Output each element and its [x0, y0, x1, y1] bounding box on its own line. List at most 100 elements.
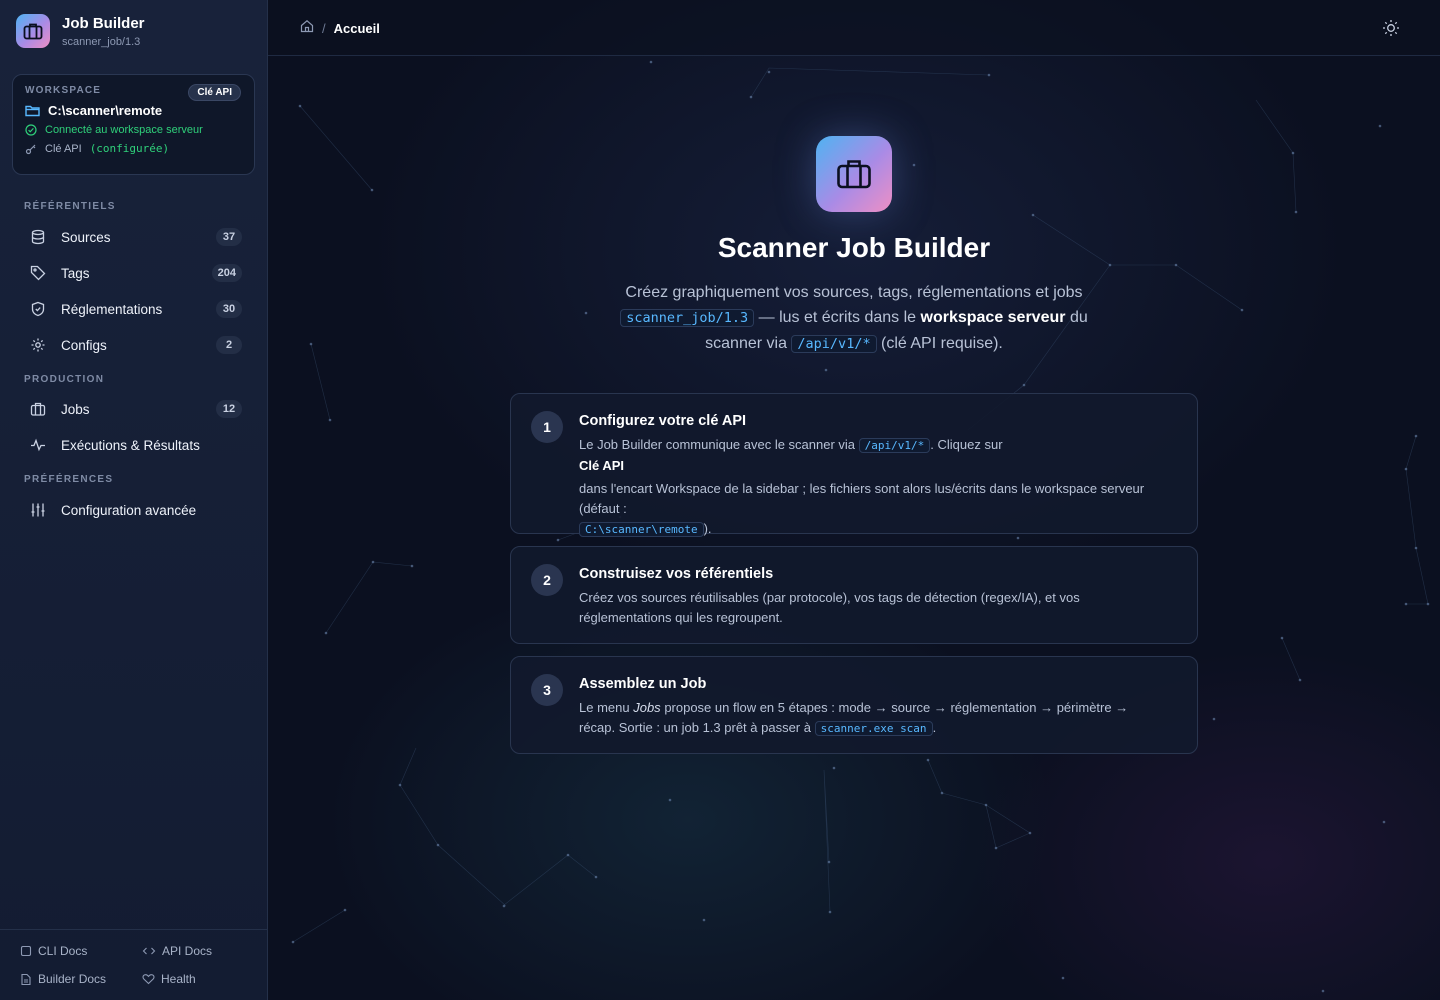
cli-docs-label: CLI Docs: [38, 944, 88, 958]
step-card-3: 3 Assemblez un Job Le menu Jobs propose …: [510, 656, 1198, 754]
step-body: Assemblez un Job Le menu Jobs propose un…: [579, 676, 1157, 739]
api-key-status: (configurée): [89, 142, 170, 155]
sidebar-item-label: Configuration avancée: [61, 502, 197, 518]
step-card-1: 1 Configurez votre clé API Le Job Builde…: [510, 393, 1198, 537]
hero-code-api: /api/v1/*: [791, 335, 877, 353]
sidebar-item-sources[interactable]: Sources 37: [20, 221, 248, 253]
health-link[interactable]: Health: [142, 972, 196, 986]
briefcase-icon: [28, 399, 48, 419]
step-text-part: Le menu: [579, 700, 630, 715]
main-content: / Accueil Scanner Job Builder Créez grap…: [268, 0, 1440, 1000]
workspace-path-row: C:\scanner\remote: [25, 103, 242, 118]
shield-icon: [28, 299, 48, 319]
theme-toggle-button[interactable]: [1380, 17, 1402, 39]
hero-desc-text: — lus et écrits dans le: [758, 309, 917, 326]
brand-subtitle: scanner_job/1.3: [62, 35, 141, 48]
nav-section-referentiels: RÉFÉRENTIELS: [24, 201, 116, 212]
step-card-2: 2 Construisez vos référentiels Créez vos…: [510, 546, 1198, 644]
step-body: Construisez vos référentiels Créez vos s…: [579, 566, 1157, 628]
nav-section-preferences: PRÉFÉRENCES: [24, 474, 114, 485]
heart-icon: [142, 974, 155, 985]
brand-title: Job Builder: [62, 14, 145, 32]
sun-icon: [1383, 20, 1399, 36]
step-title: Assemblez un Job: [579, 676, 707, 692]
step-bold: Clé API: [579, 458, 625, 473]
step-title: Configurez votre clé API: [579, 413, 747, 429]
hero-description: Créez graphiquement vos sources, tags, r…: [604, 280, 1104, 357]
sidebar-item-label: Sources: [61, 229, 111, 245]
api-key-label: Clé API: [45, 142, 82, 155]
step-text: Créez vos sources réutilisables (par pro…: [579, 590, 1080, 625]
nav-section-production: PRODUCTION: [24, 374, 105, 385]
api-key-button[interactable]: Clé API: [188, 84, 241, 101]
sidebar-item-advanced-config[interactable]: Configuration avancée: [20, 494, 248, 526]
jobs-count-badge: 12: [216, 400, 242, 418]
sidebar-item-label: Tags: [61, 265, 90, 281]
database-icon: [28, 227, 48, 247]
builder-docs-link[interactable]: Builder Docs: [20, 972, 106, 986]
step-title: Construisez vos référentiels: [579, 566, 774, 582]
sidebar-footer: CLI Docs API Docs Builder Docs Health: [0, 929, 268, 1000]
hero-desc-bold: workspace serveur: [920, 309, 1066, 326]
breadcrumb-separator: /: [322, 21, 326, 36]
document-icon: [21, 973, 31, 985]
step-code: scanner.exe scan: [814, 721, 933, 736]
sidebar-item-label: Jobs: [61, 401, 90, 417]
sidebar-item-tags[interactable]: Tags 204: [20, 257, 248, 289]
step-number: 2: [531, 564, 563, 596]
check-circle-icon: [25, 124, 37, 136]
tags-count-badge: 204: [211, 264, 242, 282]
builder-docs-label: Builder Docs: [38, 972, 107, 986]
hero-desc-text: Créez graphiquement vos sources, tags, r…: [625, 284, 1083, 301]
step-italic: Jobs: [633, 700, 661, 715]
sidebar-item-label: Exécutions & Résultats: [61, 437, 200, 453]
terminal-icon: [20, 945, 32, 957]
topbar: / Accueil: [268, 0, 1440, 56]
home-icon[interactable]: [300, 19, 314, 38]
breadcrumb: / Accueil: [300, 19, 380, 38]
sources-count-badge: 37: [216, 228, 242, 246]
code-icon: [142, 947, 156, 955]
page-title: Scanner Job Builder: [717, 232, 991, 263]
sidebar-item-reglementations[interactable]: Réglementations 30: [20, 293, 248, 325]
step-number: 1: [531, 411, 563, 443]
sidebar-item-executions[interactable]: Exécutions & Résultats: [20, 429, 248, 461]
sidebar-item-jobs[interactable]: Jobs 12: [20, 393, 248, 425]
configs-count-badge: 2: [216, 336, 242, 354]
step-text-part: . Cliquez sur: [930, 437, 1003, 452]
hero-code-format: scanner_job/1.3: [620, 309, 755, 327]
step-text: Le Job Builder communique avec le scanne…: [579, 435, 1157, 540]
step-text-part: ).: [703, 521, 712, 536]
sidebar-item-label: Réglementations: [61, 301, 163, 317]
hero-desc-text: (clé API requise).: [881, 335, 1003, 352]
brand[interactable]: Job Builder scanner_job/1.3: [16, 14, 145, 48]
step-text-part: Le Job Builder communique avec le scanne…: [579, 437, 856, 452]
cli-docs-link[interactable]: CLI Docs: [20, 944, 87, 958]
sliders-icon: [28, 500, 48, 520]
tag-icon: [28, 263, 48, 283]
breadcrumb-current: Accueil: [333, 21, 380, 36]
sidebar-item-label: Configs: [61, 337, 107, 353]
api-docs-label: API Docs: [162, 944, 213, 958]
activity-icon: [28, 435, 48, 455]
step-body: Configurez votre clé API Le Job Builder …: [579, 413, 1157, 540]
step-text-part: dans l'encart Workspace de la sidebar ; …: [579, 481, 1145, 516]
brand-logo-briefcase-icon: [16, 14, 50, 48]
step-number: 3: [531, 674, 563, 706]
key-icon: [25, 144, 36, 154]
workspace-card: WORKSPACE Clé API C:\scanner\remote Conn…: [12, 74, 255, 175]
sidebar: Job Builder scanner_job/1.3 WORKSPACE Cl…: [0, 0, 268, 1000]
workspace-status-row: Connecté au workspace serveur: [25, 124, 242, 136]
step-text-part: .: [932, 720, 937, 735]
api-docs-link[interactable]: API Docs: [142, 944, 212, 958]
workspace-status: Connecté au workspace serveur: [45, 124, 203, 136]
step-text: Le menu Jobs propose un flow en 5 étapes…: [579, 698, 1157, 739]
step-code: C:\scanner\remote: [579, 522, 704, 537]
step-code: /api/v1/*: [858, 438, 931, 453]
reglementations-count-badge: 30: [216, 300, 242, 318]
gear-icon: [28, 335, 48, 355]
workspace-key-row: Clé API (configurée): [25, 142, 242, 155]
sidebar-item-configs[interactable]: Configs 2: [20, 329, 248, 361]
hero-logo-briefcase-icon: [816, 136, 892, 212]
folder-icon: [25, 105, 40, 117]
